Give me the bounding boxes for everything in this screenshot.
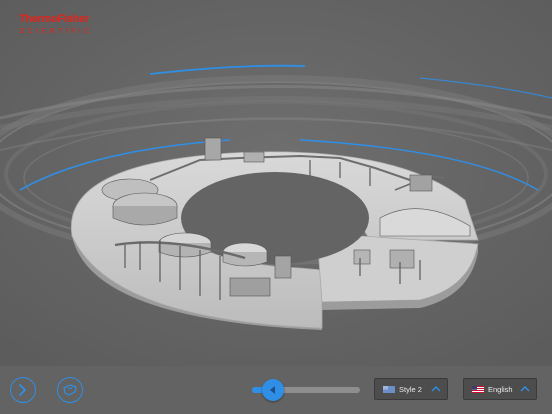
language-dropdown-value: English (488, 384, 513, 394)
style-dropdown-value: Style 2 (399, 384, 422, 394)
brand-logo: ThermoFisher SCIENTIFIC (19, 13, 109, 37)
chevron-right-icon (19, 384, 26, 396)
next-button[interactable] (10, 377, 36, 403)
scene-viewport[interactable]: ThermoFisher SCIENTIFIC (0, 0, 552, 366)
style-dropdown[interactable]: Style 2 (374, 378, 448, 400)
chevron-up-icon (431, 386, 441, 392)
brand-name: ThermoFisher (19, 13, 89, 25)
animation-slider[interactable] (252, 379, 360, 401)
plant-scene[interactable] (0, 0, 552, 366)
tour-button[interactable] (57, 377, 83, 403)
hand-pointer-icon (63, 384, 77, 396)
style-swatch-icon (383, 385, 395, 393)
chevron-up-icon (520, 386, 530, 392)
slider-thumb[interactable] (261, 379, 284, 401)
us-flag-icon (472, 385, 484, 393)
bottom-toolbar: Style 2 English (0, 366, 552, 414)
play-triangle-icon (269, 386, 275, 394)
language-dropdown[interactable]: English (463, 378, 537, 400)
brand-tagline: SCIENTIFIC (19, 26, 93, 35)
